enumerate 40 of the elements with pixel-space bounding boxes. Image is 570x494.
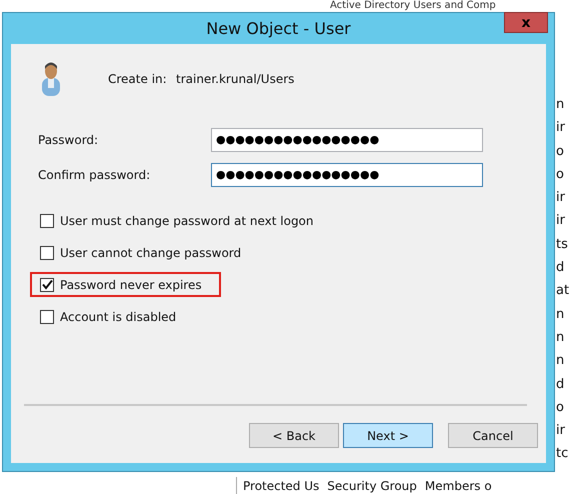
user-icon <box>39 61 63 97</box>
checkbox-label: Password never expires <box>60 278 202 292</box>
list-item-fragment: o <box>556 166 565 184</box>
list-item-fragment: tc <box>556 445 570 464</box>
table-cell: Members o <box>424 478 492 492</box>
list-item-fragment: o <box>556 142 565 161</box>
wizard-button[interactable]: Cancel <box>448 423 538 448</box>
list-item-fragment: ir <box>556 189 566 208</box>
checkbox[interactable] <box>40 246 54 260</box>
checkbox-label: User cannot change password <box>60 246 242 260</box>
create-in-label: Create in: <box>108 72 168 86</box>
checkbox[interactable] <box>40 278 54 292</box>
wizard-button[interactable]: Next > <box>343 423 433 448</box>
dialog-title: New Object - User <box>206 19 351 38</box>
list-item-fragment: at <box>556 282 570 300</box>
checkbox[interactable] <box>40 310 54 324</box>
checkbox-label: User must change password at next logon <box>60 214 314 228</box>
create-in-value: trainer.krunal/Users <box>176 72 294 86</box>
wizard-button[interactable]: < Back <box>249 423 339 448</box>
checkbox[interactable] <box>40 214 54 228</box>
field-label: Confirm password: <box>38 168 152 182</box>
list-item-fragment: ts <box>556 236 569 254</box>
list-item-fragment: n <box>556 328 566 347</box>
list-item-fragment: ir <box>556 212 566 230</box>
password-field[interactable]: ●●●●●●●●●●●●●●●●● <box>211 162 483 186</box>
table-cell: Security Group <box>327 478 417 492</box>
list-item-fragment: n <box>556 306 566 324</box>
list-item-fragment: n <box>556 352 566 370</box>
field-label: Password: <box>38 132 100 146</box>
list-item-fragment: o <box>556 398 565 417</box>
list-item-fragment: n <box>556 96 566 114</box>
window-title: Active Directory Users and Comp <box>330 0 496 11</box>
close-button[interactable]: x <box>504 12 548 33</box>
list-item-fragment: ir <box>556 119 566 138</box>
table-cell: Protected Us <box>243 478 320 492</box>
list-item-fragment: d <box>556 376 566 394</box>
list-item-fragment: d <box>556 259 566 278</box>
list-item-fragment: ir <box>556 422 566 440</box>
checkbox-label: Account is disabled <box>60 310 176 324</box>
password-field[interactable]: ●●●●●●●●●●●●●●●●● <box>211 128 483 152</box>
